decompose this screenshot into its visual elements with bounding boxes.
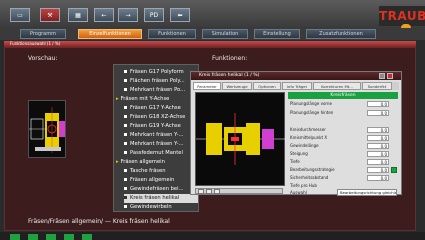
list-item[interactable]: Tasche fräsen	[124, 167, 166, 176]
monitor-icon: ▭	[17, 11, 23, 19]
return-button[interactable]: ⬅	[170, 8, 190, 22]
list-group[interactable]: ▸ Fräsen allgemein	[116, 158, 165, 167]
list-item[interactable]: Fräsen G17 Polyform	[124, 68, 184, 77]
app-window: ▭ ⚒ ▦ ← → PD ⬅ TRAUB Programm Einzelfunk…	[0, 0, 425, 240]
field-label: Sicherheitsabstand	[290, 175, 329, 180]
pd-icon: PD	[149, 11, 159, 19]
field-value[interactable]: 0.0	[367, 167, 389, 173]
tab-einzelfunktionen[interactable]: Einzelfunktionen	[78, 29, 142, 39]
tool-button[interactable]: ⚒	[40, 8, 60, 22]
list-item[interactable]: Flächen fräsen Poly...	[124, 77, 185, 86]
main-tabs: Programm Einzelfunktionen Funktionen Sim…	[0, 28, 425, 40]
field-value[interactable]: 0.0	[367, 135, 389, 141]
arrow-left-icon: ⬅	[177, 11, 183, 19]
monitor-button[interactable]: ▭	[10, 8, 30, 22]
list-item[interactable]: Fräsen G17 Y-Achse	[124, 104, 181, 113]
list-item[interactable]: Mehrkant fräsen Y-...	[124, 140, 184, 149]
logo: TRAUB	[379, 6, 425, 26]
strategy-toggle[interactable]	[391, 167, 397, 173]
back-button[interactable]: ←	[94, 8, 114, 22]
machine-button[interactable]: ▦	[68, 8, 88, 22]
forward-button[interactable]: →	[118, 8, 138, 22]
parameter-dialog: Kreis fräsen helikal (1 / %) Parameter W…	[190, 71, 402, 196]
bottom-indicator	[64, 234, 74, 240]
functions-label: Funktionen:	[212, 55, 248, 62]
dialog-tabs: Parameter Werkzeuge Optionen Info Träger…	[193, 82, 399, 90]
dialog-tab-parameter[interactable]: Parameter	[193, 82, 221, 90]
field-label: Kreismittelpunkt X	[290, 135, 328, 140]
list-item[interactable]: Fräsen G19 Y-Achse	[124, 122, 181, 131]
tab-simulation[interactable]: Simulation	[202, 29, 248, 39]
field-label: Kreisdurchmesser	[290, 127, 326, 132]
bottom-indicator	[46, 234, 56, 240]
toolbar: ▭ ⚒ ▦ ← → PD ⬅ TRAUB	[0, 0, 425, 32]
field-value[interactable]: 0.0	[367, 159, 389, 165]
list-item-selected[interactable]: Kreis fräsen helikal	[124, 194, 198, 203]
tool-icon: ⚒	[47, 11, 53, 19]
machine-icon: ▦	[75, 11, 81, 19]
bottom-indicator	[82, 234, 92, 240]
list-item[interactable]: Fräsen G18 XZ-Achse	[124, 113, 185, 122]
field-label: Tiefe pro Hub	[290, 183, 317, 188]
field-value[interactable]: 0.0	[367, 110, 389, 116]
minimize-button[interactable]	[379, 73, 385, 79]
bottom-indicator	[10, 234, 20, 240]
tab-programm[interactable]: Programm	[20, 29, 66, 39]
back-arrow-icon: ←	[101, 11, 107, 19]
zoom-in-button[interactable]	[198, 189, 204, 194]
field-value[interactable]: 0.0	[367, 127, 389, 133]
dialog-tab-sonderfkt[interactable]: Sonderfkt	[362, 82, 392, 90]
field-label: Gewindelänge	[290, 143, 319, 148]
list-group[interactable]: ▸ Fräsen mit Y-Achse	[116, 95, 169, 104]
field-value[interactable]: 0.0	[367, 101, 389, 107]
pd-button[interactable]: PD	[144, 8, 164, 22]
list-item[interactable]: Gewindefräsen bei...	[124, 185, 184, 194]
field-value[interactable]: 0.0	[367, 143, 389, 149]
tab-funktionen[interactable]: Funktionen	[148, 29, 196, 39]
function-list: Fräsen G17 Polyform Flächen fräsen Poly.…	[113, 64, 199, 212]
list-item[interactable]: Gewindewirbeln	[124, 203, 172, 211]
field-label: Planungslänge vorne	[290, 101, 332, 106]
list-item[interactable]: Passfedernut Mantel	[124, 149, 183, 158]
field-value[interactable]: 0.0	[367, 175, 389, 181]
section-header: Kreisfräsen	[288, 92, 398, 99]
zoom-out-button[interactable]	[206, 189, 212, 194]
field-label: Tiefe	[290, 159, 300, 164]
close-button[interactable]	[387, 73, 393, 79]
preview-label: Vorschau:	[28, 55, 58, 62]
dialog-tab-info-traeger[interactable]: Info Träger	[282, 82, 312, 90]
dialog-tab-optionen[interactable]: Optionen	[253, 82, 281, 90]
preview-toolbar	[195, 188, 283, 194]
mode-label: Auswahl	[290, 190, 307, 195]
field-value[interactable]: 0.0	[367, 151, 389, 157]
list-item[interactable]: Mehrkant fräsen Po...	[124, 86, 185, 95]
tab-zusatzfunktionen[interactable]: Zusatzfunktionen	[306, 29, 376, 39]
tab-einstellung[interactable]: Einstellung	[254, 29, 300, 39]
list-item[interactable]: Fräsen allgemein	[124, 176, 174, 185]
part-drawing	[196, 113, 286, 165]
dialog-tab-korrekturen[interactable]: Korrekturen Mt...	[313, 82, 361, 90]
status-text: Fräsen/Fräsen allgemein/ — Kreis fräsen …	[28, 218, 170, 225]
field-label: Planungslänge hinten	[290, 110, 334, 115]
dialog-tab-werkzeuge[interactable]: Werkzeuge	[222, 82, 252, 90]
preview-image	[28, 100, 66, 158]
part-preview	[195, 92, 286, 186]
preview-drawing	[29, 107, 65, 153]
field-label: Steigung	[290, 151, 308, 156]
fit-view-button[interactable]	[214, 189, 220, 194]
dialog-title: Kreis fräsen helikal (1 / %)	[191, 72, 401, 80]
list-item[interactable]: Mehrkant fräsen Y-...	[124, 131, 184, 140]
bottom-indicator	[28, 234, 38, 240]
forward-arrow-icon: →	[125, 11, 131, 19]
field-label: Bearbeitungsstrategie	[290, 167, 335, 172]
mode-select[interactable]: Bearbeitungsrichtung gleichlauf	[337, 189, 397, 196]
